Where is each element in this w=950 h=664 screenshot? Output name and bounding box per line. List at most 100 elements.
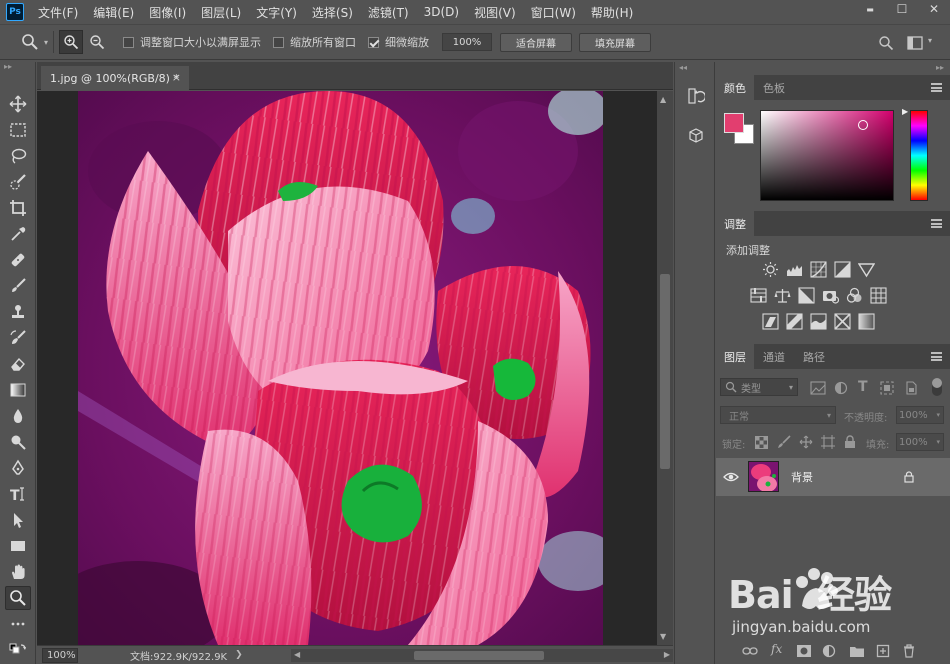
workspace-icon[interactable] xyxy=(903,31,927,55)
blend-mode-select[interactable]: 正常 ▾ xyxy=(720,406,836,424)
scroll-right-icon[interactable]: ▶ xyxy=(664,650,670,659)
scroll-down-icon[interactable]: ▼ xyxy=(660,632,666,641)
quick-selection-tool-icon[interactable] xyxy=(5,170,31,194)
new-adjustment-layer-icon[interactable] xyxy=(822,644,836,658)
layer-filter-select[interactable]: 类型 ▾ xyxy=(720,378,798,396)
brightness-contrast-icon[interactable] xyxy=(762,261,779,278)
eraser-tool-icon[interactable] xyxy=(5,352,31,376)
filter-toggle-switch[interactable] xyxy=(932,378,942,396)
channel-mixer-icon[interactable] xyxy=(846,287,863,304)
new-layer-icon[interactable] xyxy=(876,644,890,658)
hue-slider[interactable] xyxy=(910,110,928,201)
document-size-info[interactable]: 文档:922.9K/922.9K xyxy=(130,648,227,663)
black-white-icon[interactable] xyxy=(798,287,815,304)
opacity-field[interactable]: 100% ▾ xyxy=(896,406,944,424)
link-layers-icon[interactable] xyxy=(742,646,758,656)
minimize-button[interactable]: ▬ xyxy=(854,0,886,18)
resize-windows-checkbox[interactable]: 调整窗口大小以满屏显示 xyxy=(123,34,261,50)
menu-image[interactable]: 图像(I) xyxy=(149,4,186,21)
add-mask-icon[interactable] xyxy=(796,644,812,658)
scrubby-zoom-box[interactable] xyxy=(368,36,380,48)
lock-all-icon[interactable] xyxy=(844,435,856,449)
filter-smart-object-icon[interactable] xyxy=(904,381,918,395)
rectangle-tool-icon[interactable] xyxy=(5,534,31,558)
menu-3d[interactable]: 3D(D) xyxy=(424,5,459,19)
document-tab[interactable]: 1.jpg @ 100%(RGB/8) * × xyxy=(41,66,189,90)
color-picker-marker[interactable] xyxy=(858,120,868,130)
panels-collapse-icon[interactable]: ▸▸ xyxy=(936,63,944,72)
menu-filter[interactable]: 滤镜(T) xyxy=(368,4,409,21)
scroll-up-icon[interactable]: ▲ xyxy=(660,95,666,104)
tab-swatches[interactable]: 色板 xyxy=(754,75,794,100)
brush-tool-icon[interactable] xyxy=(5,274,31,298)
filter-shape-layer-icon[interactable] xyxy=(880,381,894,395)
invert-icon[interactable] xyxy=(762,313,779,330)
pen-tool-icon[interactable] xyxy=(5,456,31,480)
tab-adjustments[interactable]: 调整 xyxy=(716,211,754,236)
tab-color[interactable]: 颜色 xyxy=(716,75,754,100)
layer-style-icon[interactable]: fx xyxy=(771,642,782,656)
filter-type-layer-icon[interactable]: T xyxy=(858,379,868,395)
strip-expand-icon[interactable]: ◂◂ xyxy=(679,63,687,72)
scrubby-zoom-checkbox[interactable]: 细微缩放 xyxy=(368,34,429,50)
resize-windows-box[interactable] xyxy=(123,36,135,48)
marquee-tool-icon[interactable] xyxy=(5,118,31,142)
healing-brush-tool-icon[interactable] xyxy=(5,248,31,272)
menu-type[interactable]: 文字(Y) xyxy=(256,4,297,21)
delete-layer-icon[interactable] xyxy=(903,644,915,658)
vibrance-icon[interactable] xyxy=(858,261,875,278)
filter-adjustment-layer-icon[interactable] xyxy=(834,381,848,395)
menu-edit[interactable]: 编辑(E) xyxy=(93,4,134,21)
color-picker-field[interactable] xyxy=(760,110,894,201)
adjustments-panel-menu-icon[interactable] xyxy=(931,219,942,228)
path-selection-tool-icon[interactable] xyxy=(5,508,31,532)
3d-panel-icon[interactable] xyxy=(684,124,708,148)
lock-transparent-pixels-icon[interactable] xyxy=(755,436,768,449)
clone-stamp-tool-icon[interactable] xyxy=(5,300,31,324)
horizontal-scroll-thumb[interactable] xyxy=(414,651,544,660)
eyedropper-tool-icon[interactable] xyxy=(5,222,31,246)
crop-tool-icon[interactable] xyxy=(5,196,31,220)
document-image[interactable] xyxy=(78,91,603,645)
photo-filter-icon[interactable] xyxy=(822,287,839,304)
lasso-tool-icon[interactable] xyxy=(5,144,31,168)
menu-view[interactable]: 视图(V) xyxy=(474,4,516,21)
color-panel-menu-icon[interactable] xyxy=(931,83,942,92)
zoom-out-icon[interactable] xyxy=(85,30,109,54)
posterize-icon[interactable] xyxy=(786,313,803,330)
color-lookup-icon[interactable] xyxy=(870,287,887,304)
menu-file[interactable]: 文件(F) xyxy=(38,4,78,21)
menu-select[interactable]: 选择(S) xyxy=(312,4,353,21)
history-brush-tool-icon[interactable] xyxy=(5,326,31,350)
blur-tool-icon[interactable] xyxy=(5,404,31,428)
more-tools-icon[interactable] xyxy=(5,612,31,636)
hue-saturation-icon[interactable] xyxy=(750,287,767,304)
hand-tool-icon[interactable] xyxy=(5,560,31,584)
tab-layers[interactable]: 图层 xyxy=(716,344,754,369)
gradient-tool-icon[interactable] xyxy=(5,378,31,402)
zoom-percentage-field[interactable]: 100% xyxy=(442,33,493,51)
dodge-tool-icon[interactable] xyxy=(5,430,31,454)
menu-window[interactable]: 窗口(W) xyxy=(531,4,576,21)
zoom-in-icon[interactable] xyxy=(59,30,84,54)
threshold-icon[interactable] xyxy=(810,313,827,330)
fit-screen-button[interactable]: 适合屏幕 xyxy=(500,32,573,52)
close-button[interactable]: ✕ xyxy=(918,0,950,18)
type-tool-icon[interactable]: T xyxy=(5,482,31,506)
layer-row-background[interactable]: 背景 xyxy=(716,458,950,496)
scroll-left-icon[interactable]: ◀ xyxy=(294,650,300,659)
levels-icon[interactable] xyxy=(786,261,803,278)
collapse-arrows-icon[interactable]: ▸▸ xyxy=(0,62,35,74)
zoom-tool-icon[interactable] xyxy=(5,586,31,610)
curves-icon[interactable] xyxy=(810,261,827,278)
fill-screen-button[interactable]: 填充屏幕 xyxy=(579,32,652,52)
eye-icon[interactable] xyxy=(723,471,739,483)
maximize-button[interactable]: ☐ xyxy=(886,0,918,18)
menu-help[interactable]: 帮助(H) xyxy=(591,4,633,21)
vertical-scroll-thumb[interactable] xyxy=(660,274,670,469)
tab-channels[interactable]: 通道 xyxy=(754,344,794,369)
new-group-icon[interactable] xyxy=(849,644,865,658)
workspace-chevron-icon[interactable]: ▾ xyxy=(928,36,932,45)
swap-colors-icon[interactable] xyxy=(5,638,31,662)
status-menu-arrow-icon[interactable]: ❯ xyxy=(235,650,243,660)
